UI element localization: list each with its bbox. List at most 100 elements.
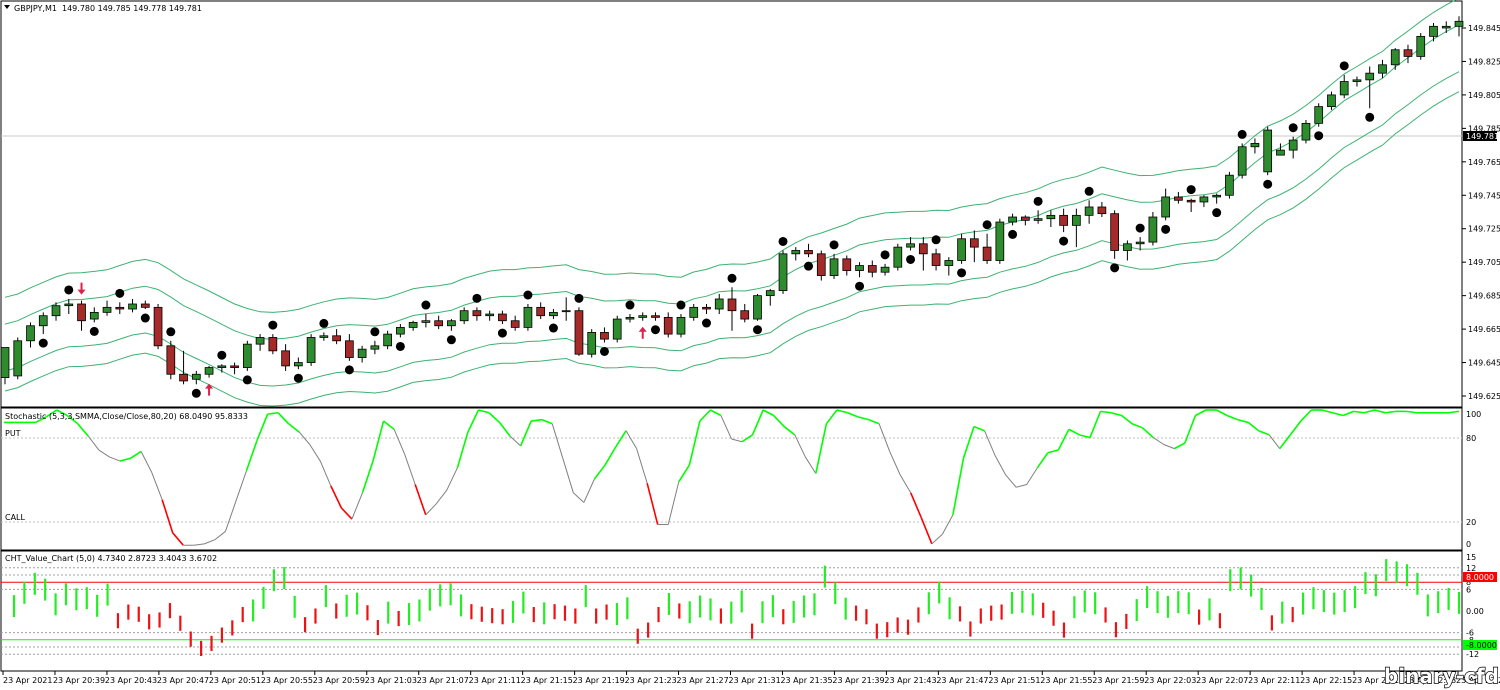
candle-body <box>1148 216 1158 243</box>
candle-body <box>396 327 405 335</box>
signal-dot <box>115 288 125 298</box>
cht-tick-label: -12 <box>1466 650 1479 659</box>
signal-dot <box>319 318 329 328</box>
signal-dot <box>395 341 405 351</box>
candle-body <box>1008 216 1017 223</box>
candle-body <box>982 246 992 261</box>
candle-body <box>293 362 303 367</box>
candle-body <box>842 258 852 271</box>
candle-body <box>957 238 966 261</box>
time-tick-label: 23 Apr 21:39 <box>832 676 884 685</box>
signal-dot <box>599 346 609 356</box>
signal-dot <box>1314 131 1324 141</box>
candle-body <box>1225 174 1234 196</box>
candle-body <box>561 310 571 313</box>
signal-dot <box>38 338 48 348</box>
trading-chart[interactable]: GBPJPY,M1 149.780 149.785 149.778 149.78… <box>0 0 1500 690</box>
time-tick-label: 23 Apr 21:35 <box>780 676 832 685</box>
cht-tick-label: 0.00 <box>1466 607 1484 616</box>
candle-body <box>1378 64 1387 74</box>
candle-body <box>1097 206 1107 215</box>
candle-body <box>995 221 1005 261</box>
candle-body <box>421 320 431 323</box>
signal-dot <box>548 323 558 333</box>
signal-dot <box>472 293 482 303</box>
price-tick-label: 149.725 <box>1468 225 1500 234</box>
candle-body <box>702 306 711 310</box>
candle-body <box>549 311 558 317</box>
price-tick-label: 149.625 <box>1468 392 1500 401</box>
candle-body <box>829 258 839 276</box>
candle-body <box>765 290 775 297</box>
signal-dot <box>982 220 992 230</box>
candle-body <box>1403 49 1413 57</box>
candle-body <box>408 321 418 328</box>
candle-body <box>498 313 507 322</box>
cht-value-pane[interactable]: CHT_Value_Chart (5,0) 4.7340 2.8723 3.40… <box>0 550 1497 672</box>
candle-body <box>217 365 227 368</box>
candle-body <box>1263 129 1273 173</box>
put-level-label: PUT <box>5 429 21 438</box>
candle-body <box>510 320 520 328</box>
candle-body <box>319 335 329 338</box>
stoch-tick-0: 0 <box>1466 540 1471 549</box>
signal-dot <box>1212 208 1222 218</box>
signal-dot <box>650 325 660 335</box>
ohlc-values: 149.780 149.785 149.778 149.781 <box>62 4 202 13</box>
candle-body <box>77 303 86 322</box>
candle-body <box>1339 81 1349 96</box>
signal-dot <box>778 236 788 246</box>
signal-dot <box>64 285 74 295</box>
candle-body <box>38 315 48 327</box>
candle-body <box>816 253 826 276</box>
time-tick-label: 23 Apr 22:03 <box>1144 676 1196 685</box>
signal-dot <box>1084 186 1094 196</box>
candle-body <box>370 345 380 350</box>
candle-body <box>1033 218 1043 221</box>
time-tick-label: 23 Apr 22:15 <box>1300 676 1352 685</box>
candle-body <box>1276 149 1285 156</box>
candle-body <box>485 313 495 317</box>
signal-dot <box>804 261 814 271</box>
time-tick-label: 23 Apr 20:47 <box>157 676 209 685</box>
candle-body <box>1174 196 1183 201</box>
price-pane[interactable]: GBPJPY,M1 149.780 149.785 149.778 149.78… <box>0 0 1500 408</box>
candle-body <box>1301 122 1311 141</box>
stoch-tick-20: 20 <box>1466 518 1476 527</box>
price-tick-label: 149.685 <box>1468 292 1500 301</box>
candle-body <box>714 298 724 310</box>
call-level-label: CALL <box>5 513 26 522</box>
candle-body <box>536 306 546 317</box>
time-tick-label: 23 Apr 21:43 <box>884 676 936 685</box>
time-tick-label: 23 Apr 2021 <box>3 676 52 685</box>
stoch-tick-100: 100 <box>1466 410 1481 419</box>
time-tick-label: 23 Apr 20:59 <box>313 676 365 685</box>
candle-body <box>753 295 762 320</box>
candle-body <box>574 310 584 355</box>
stochastic-label: Stochastic (5,3,3,SMMA,Close/Close,80,20… <box>5 412 248 421</box>
signal-dot <box>446 335 456 345</box>
stoch-tick-80: 80 <box>1466 434 1476 443</box>
time-tick-label: 23 Apr 21:55 <box>1040 676 1092 685</box>
time-tick-label: 23 Apr 22:11 <box>1248 676 1300 685</box>
price-tick-label: 149.705 <box>1468 258 1500 267</box>
signal-dot <box>1237 129 1247 139</box>
candle-body <box>944 260 954 266</box>
candle-body <box>332 335 341 342</box>
price-tick-label: 149.825 <box>1468 57 1500 66</box>
candle-body <box>1250 143 1260 148</box>
candle-body <box>1441 25 1451 29</box>
candle-body <box>676 316 686 335</box>
candle-body <box>434 320 444 327</box>
signal-dot <box>676 300 686 310</box>
stochastic-pane[interactable]: Stochastic (5,3,3,SMMA,Close/Close,80,20… <box>0 407 1481 551</box>
candle-body <box>804 250 813 255</box>
candle-body <box>740 310 750 320</box>
candle-body <box>1429 25 1438 37</box>
candle-body <box>268 337 278 352</box>
candle-body <box>255 337 265 345</box>
candle-body <box>64 303 74 307</box>
candle-body <box>230 365 239 368</box>
candle-body <box>306 337 316 363</box>
candle-body <box>179 373 188 382</box>
